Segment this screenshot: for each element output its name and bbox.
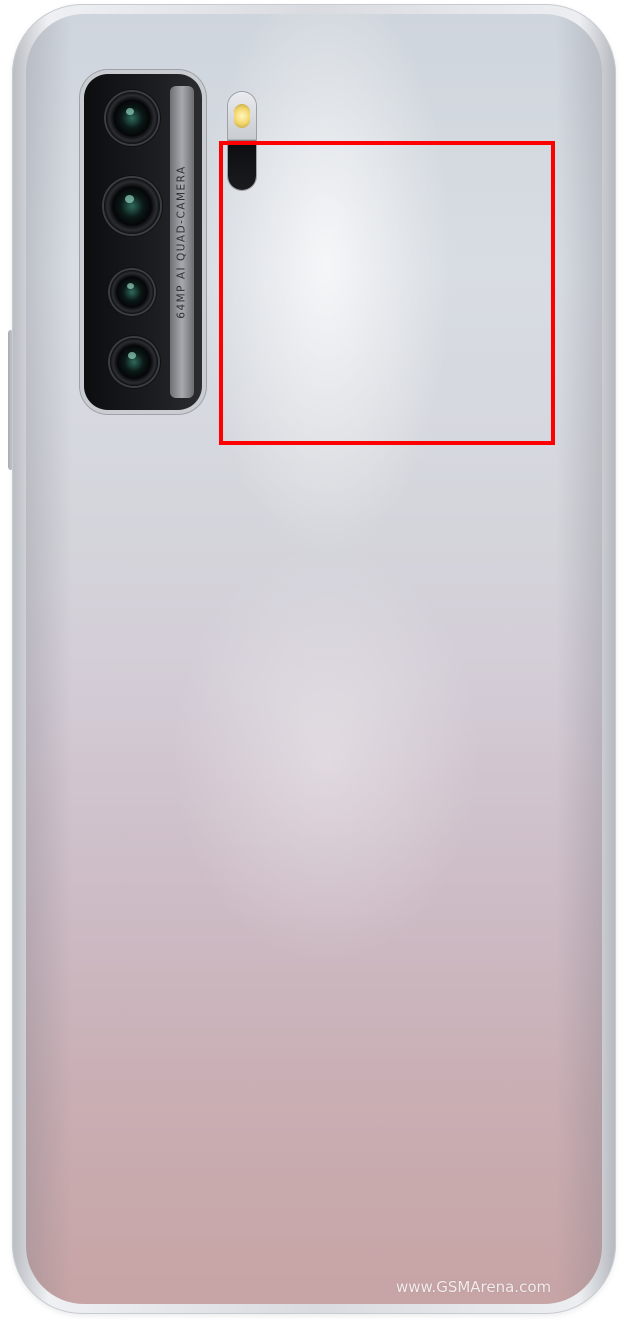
- camera-lens-1: [106, 92, 158, 144]
- camera-lens-2: [104, 178, 160, 234]
- camera-module: 64MP AI QUAD-CAMERA: [84, 74, 202, 410]
- watermark: www.GSMArena.com: [396, 1278, 552, 1296]
- camera-lens-3: [110, 270, 154, 314]
- camera-label-text: 64MP AI QUAD-CAMERA: [176, 165, 189, 319]
- camera-label: 64MP AI QUAD-CAMERA: [170, 86, 194, 398]
- phone-photo: 64MP AI QUAD-CAMERA www.GSMArena.com: [0, 0, 628, 1320]
- highlight-box: [219, 141, 555, 445]
- camera-lens-4: [110, 338, 158, 386]
- flash-led-icon: [234, 104, 250, 128]
